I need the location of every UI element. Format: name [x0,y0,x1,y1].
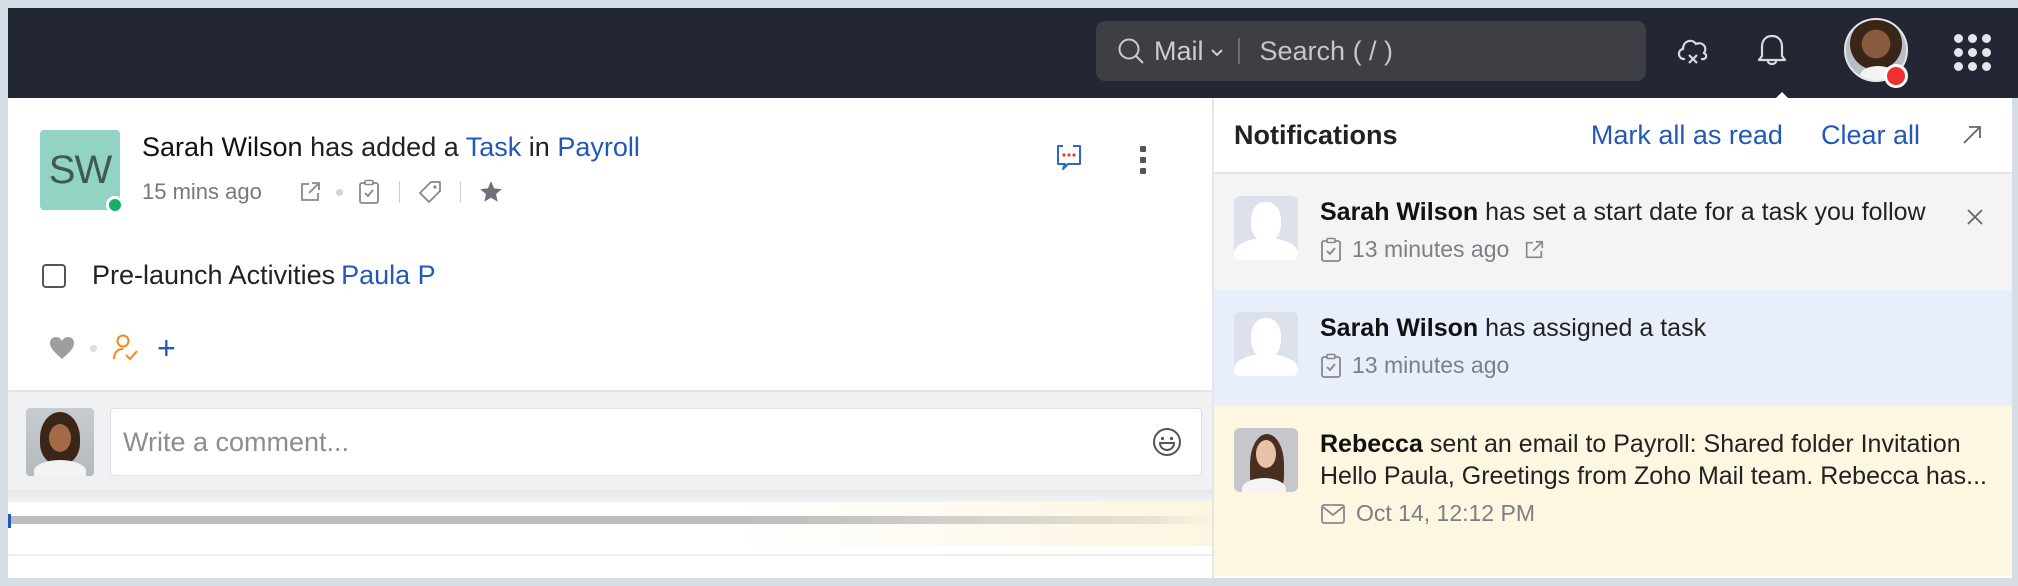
assign-user-icon[interactable] [111,333,139,363]
notifications-header: Notifications Mark all as read Clear all [1214,98,2012,174]
task-item: Pre-launch Activities Paula P [42,260,436,291]
cloud-offline-button[interactable] [1673,30,1713,70]
notification-text: has set a start date for a task you foll… [1485,198,1926,226]
comment-input[interactable] [111,426,1151,458]
cloud-offline-icon [1677,39,1708,64]
more-options-icon[interactable] [1138,146,1148,174]
search-scope-label[interactable]: Mail [1154,36,1204,67]
star-icon[interactable] [477,178,505,206]
top-bar: Mail [8,8,2018,108]
envelope-icon [1321,503,1345,524]
notification-item[interactable]: Sarah Wilson has assigned a task 13 minu… [1214,290,2012,406]
online-status-dot [106,196,124,214]
meta-separator-bar [459,181,461,203]
placeholder-avatar [1234,312,1298,376]
comment-chat-icon[interactable] [1054,142,1084,172]
next-post-preview [8,502,1212,546]
user-status-indicator [1884,64,1908,88]
open-external-icon[interactable] [296,178,324,206]
action-text: has added a [310,132,459,162]
dismiss-notification-icon[interactable] [1966,208,1984,226]
open-external-icon[interactable] [1523,239,1545,261]
mark-all-read-link[interactable]: Mark all as read [1591,120,1783,151]
post-timestamp: 15 mins ago [142,179,262,204]
meta-separator-dot [335,188,343,196]
search-box[interactable]: Mail [1096,21,1646,81]
notification-actor: Sarah Wilson [1320,198,1479,226]
comment-section [8,390,1212,490]
task-link[interactable]: Task [466,132,522,162]
task-clipboard-icon [1321,353,1341,378]
tag-icon[interactable] [416,178,444,206]
notification-actor: Sarah Wilson [1320,314,1479,342]
popout-arrow-icon[interactable] [1960,123,1984,147]
task-assignee-link[interactable]: Paula P [341,260,436,291]
task-title[interactable]: Pre-launch Activities [92,260,335,291]
action-separator-dot [90,344,97,352]
placeholder-avatar [1234,196,1298,260]
add-button[interactable]: + [157,332,176,364]
meta-separator-bar [398,181,400,203]
notifications-panel: Notifications Mark all as read Clear all… [1212,98,2012,578]
task-clipboard-icon[interactable] [355,178,383,206]
divider [8,554,1212,556]
apps-grid-icon[interactable] [1954,34,1991,71]
author-name[interactable]: Sarah Wilson [142,132,303,162]
comment-box[interactable] [110,408,1202,476]
chevron-down-icon[interactable] [1210,48,1224,58]
feed-title: Sarah Wilson has added a Task in Payroll [142,132,640,163]
feed-post: SW Sarah Wilson has added a Task in Payr… [8,98,1212,578]
emoji-icon[interactable] [1151,426,1183,458]
sender-avatar [1234,428,1298,492]
commenter-avatar [26,408,94,476]
in-text: in [528,132,550,162]
task-clipboard-icon [1321,237,1341,262]
bell-icon [1757,34,1787,66]
search-input[interactable] [1259,35,1600,67]
notification-text: has assigned a task [1485,314,1707,342]
like-heart-icon[interactable] [48,335,76,361]
group-link[interactable]: Payroll [557,132,640,162]
search-icon [1118,38,1144,64]
notifications-button[interactable] [1752,30,1792,70]
notifications-title: Notifications [1234,119,1398,150]
notification-time: 13 minutes ago [1352,236,1510,262]
search-divider [1237,38,1240,64]
clear-all-link[interactable]: Clear all [1821,120,1920,151]
post-actions: + [48,332,176,364]
notification-actor: Rebecca [1320,430,1423,458]
notification-item[interactable]: Rebecca sent an email to Payroll: Shared… [1214,406,2012,576]
feed-meta: 15 mins ago [142,178,505,206]
task-checkbox[interactable] [42,263,66,288]
notification-item[interactable]: Sarah Wilson has set a start date for a … [1214,174,2012,290]
notification-time: 13 minutes ago [1352,352,1510,378]
notification-time: Oct 14, 12:12 PM [1356,500,1535,526]
